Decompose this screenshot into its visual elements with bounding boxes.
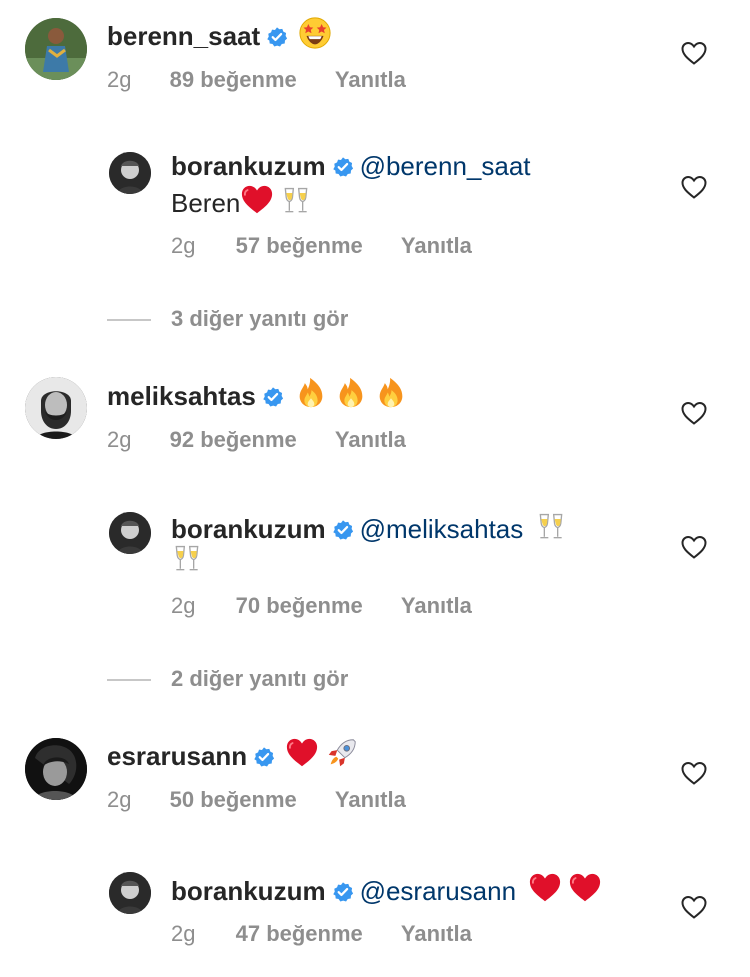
avatar[interactable] xyxy=(109,512,151,554)
champagne-emoji-icon xyxy=(175,545,199,571)
username[interactable]: borankuzum xyxy=(171,876,326,906)
likes-count[interactable]: 47 beğenme xyxy=(236,921,363,947)
divider-line xyxy=(107,679,151,682)
reply-button[interactable]: Yanıtla xyxy=(401,921,472,947)
verified-badge-icon xyxy=(331,519,354,541)
like-heart-icon[interactable] xyxy=(681,761,707,785)
comment-time: 2g xyxy=(107,67,132,92)
likes-count[interactable]: 50 beğenme xyxy=(170,787,297,813)
likes-count[interactable]: 92 beğenme xyxy=(170,427,297,453)
comment-time: 2g xyxy=(171,921,196,946)
star-struck-emoji-icon xyxy=(299,17,331,49)
rocket-emoji-icon xyxy=(328,739,356,767)
fire-emoji-icon xyxy=(299,377,323,408)
avatar[interactable] xyxy=(109,872,151,914)
verified-badge-icon xyxy=(331,881,354,903)
comment-time: 2g xyxy=(107,787,132,812)
fire-emoji-icon xyxy=(339,377,363,408)
view-more-label: 3 diğer yanıtı gör xyxy=(171,306,349,331)
red-heart-emoji-icon xyxy=(286,737,319,768)
view-more-replies[interactable]: 3 diğer yanıtı gör xyxy=(107,306,348,332)
reply-button[interactable]: Yanıtla xyxy=(401,593,472,619)
comment-text: Beren xyxy=(171,188,241,218)
avatar[interactable] xyxy=(25,18,87,80)
mention-link[interactable]: @meliksahtas xyxy=(360,514,524,544)
view-more-label: 2 diğer yanıtı gör xyxy=(171,666,349,691)
fire-emoji-icon xyxy=(379,377,403,408)
like-heart-icon[interactable] xyxy=(681,175,707,199)
verified-badge-icon xyxy=(262,386,284,408)
verified-badge-icon xyxy=(253,746,276,768)
username[interactable]: borankuzum xyxy=(171,151,326,181)
likes-count[interactable]: 70 beğenme xyxy=(236,593,363,619)
username[interactable]: esrarusann xyxy=(107,741,247,771)
divider-line xyxy=(107,319,151,322)
reply-button[interactable]: Yanıtla xyxy=(335,67,406,93)
comment-time: 2g xyxy=(171,593,196,618)
mention-link[interactable]: @esrarusann xyxy=(360,876,516,906)
avatar[interactable] xyxy=(109,152,151,194)
like-heart-icon[interactable] xyxy=(681,41,707,65)
comment-time: 2g xyxy=(171,233,196,258)
like-heart-icon[interactable] xyxy=(681,535,707,559)
reply-button[interactable]: Yanıtla xyxy=(335,787,406,813)
champagne-emoji-icon xyxy=(285,187,308,213)
avatar[interactable] xyxy=(25,377,87,439)
verified-badge-icon xyxy=(266,26,289,48)
red-heart-emoji-icon xyxy=(569,872,602,903)
reply-button[interactable]: Yanıtla xyxy=(401,233,472,259)
champagne-emoji-icon xyxy=(539,513,563,539)
red-heart-emoji-icon xyxy=(241,184,274,215)
avatar[interactable] xyxy=(25,738,87,800)
likes-count[interactable]: 89 beğenme xyxy=(170,67,297,93)
verified-badge-icon xyxy=(331,156,354,178)
mention-link[interactable]: @berenn_saat xyxy=(360,151,531,181)
comment-time: 2g xyxy=(107,427,132,452)
like-heart-icon[interactable] xyxy=(681,401,707,425)
view-more-replies[interactable]: 2 diğer yanıtı gör xyxy=(107,666,348,692)
username[interactable]: borankuzum xyxy=(171,514,326,544)
likes-count[interactable]: 57 beğenme xyxy=(236,233,363,259)
username[interactable]: meliksahtas xyxy=(107,381,256,411)
like-heart-icon[interactable] xyxy=(681,895,707,919)
red-heart-emoji-icon xyxy=(529,872,562,903)
reply-button[interactable]: Yanıtla xyxy=(335,427,406,453)
username[interactable]: berenn_saat xyxy=(107,21,260,51)
